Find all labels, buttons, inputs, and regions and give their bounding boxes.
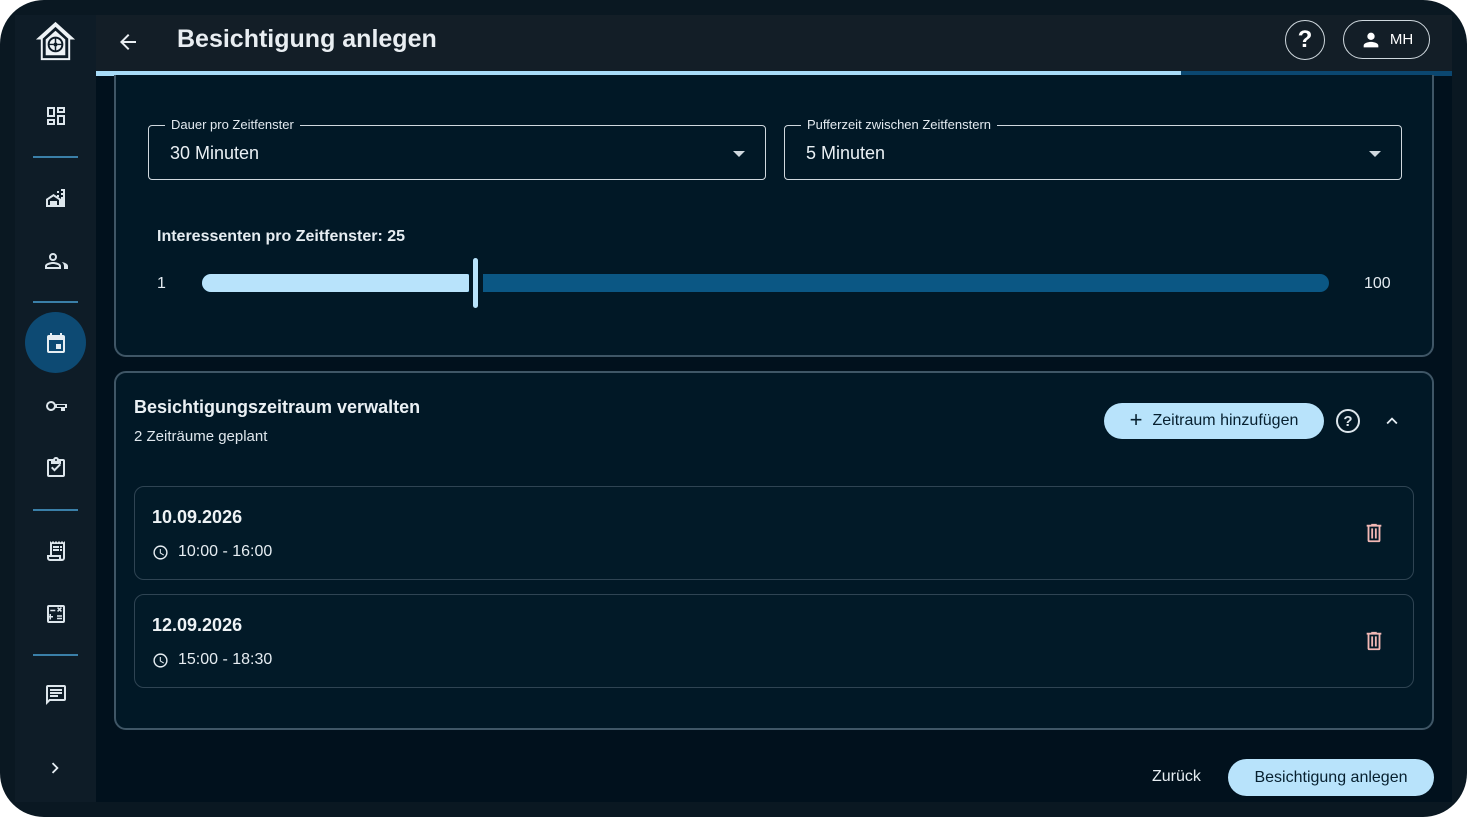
- period-item: 12.09.2026 15:00 - 18:30: [134, 594, 1414, 688]
- chevron-up-icon: [1386, 417, 1398, 425]
- sidebar: [15, 15, 96, 802]
- key-icon: [45, 400, 67, 411]
- nav-keys[interactable]: [25, 375, 86, 436]
- page-title: Besichtigung anlegen: [177, 25, 437, 53]
- add-period-label: Zeitraum hinzufügen: [1152, 412, 1299, 429]
- caret-down-icon: [1369, 151, 1381, 157]
- user-menu-button[interactable]: MH: [1343, 20, 1430, 59]
- people-icon: [44, 252, 68, 269]
- delete-period-button[interactable]: [1363, 520, 1385, 546]
- message-icon: [45, 684, 66, 705]
- question-circle-icon: ?: [1343, 412, 1353, 430]
- caret-down-icon: [733, 151, 745, 157]
- app-header: Besichtigung anlegen ? MH: [96, 15, 1452, 71]
- arrow-left-icon: [120, 34, 136, 50]
- period-time: 10:00 - 16:00: [178, 543, 273, 560]
- nav-divider: [33, 509, 78, 511]
- collapse-button[interactable]: [1380, 409, 1404, 433]
- viewing-periods-card: Besichtigungszeitraum verwalten 2 Zeiträ…: [114, 371, 1434, 730]
- buffer-select[interactable]: Pufferzeit zwischen Zeitfenstern 5 Minut…: [784, 117, 1402, 180]
- period-time-row: 10:00 - 16:00: [152, 543, 272, 561]
- period-time-row: 15:00 - 18:30: [152, 651, 272, 669]
- duration-select[interactable]: Dauer pro Zeitfenster 30 Minuten: [148, 117, 766, 180]
- nav-calculations[interactable]: [25, 583, 86, 644]
- sidebar-expand-button[interactable]: [43, 756, 67, 780]
- slider-thumb[interactable]: [473, 258, 478, 308]
- plus-icon: +: [1129, 407, 1143, 432]
- nav-divider: [33, 156, 78, 158]
- calendar-icon: [46, 332, 65, 353]
- delete-period-button[interactable]: [1363, 628, 1385, 654]
- create-viewing-button[interactable]: Besichtigung anlegen: [1228, 759, 1434, 796]
- nav-divider: [33, 654, 78, 656]
- checklist-icon: [46, 456, 65, 477]
- dashboard-icon: [46, 106, 65, 125]
- house-logo-icon[interactable]: [32, 18, 79, 65]
- slider-min-label: 1: [157, 275, 166, 292]
- period-time: 15:00 - 18:30: [178, 651, 273, 668]
- slider-active-track: [202, 274, 469, 292]
- chevron-right-icon: [51, 762, 59, 774]
- add-period-button[interactable]: + Zeitraum hinzufügen: [1104, 403, 1324, 439]
- help-button[interactable]: ?: [1285, 20, 1325, 60]
- back-button[interactable]: Zurück: [1152, 768, 1201, 786]
- period-date: 12.09.2026: [152, 615, 243, 635]
- nav-messages[interactable]: [25, 664, 86, 725]
- time-window-settings-card: Dauer pro Zeitfenster 30 Minuten Pufferz…: [114, 75, 1434, 357]
- buffer-select-value: 5 Minuten: [806, 143, 886, 163]
- clock-icon: [153, 544, 168, 560]
- period-item: 10.09.2026 10:00 - 16:00: [134, 486, 1414, 580]
- question-mark-icon: ?: [1297, 26, 1313, 53]
- back-arrow-button[interactable]: [113, 27, 143, 57]
- participants-slider[interactable]: [202, 258, 1329, 308]
- nav-viewings[interactable]: [25, 312, 86, 373]
- slider-label: Interessenten pro Zeitfenster: 25: [157, 228, 406, 245]
- nav-tasks[interactable]: [25, 437, 86, 498]
- duration-select-value: 30 Minuten: [170, 143, 260, 163]
- duration-select-label: Dauer pro Zeitfenster: [165, 117, 300, 133]
- period-date: 10.09.2026: [152, 507, 243, 527]
- device-frame: Besichtigung anlegen ? MH Dauer pro Zeit…: [0, 0, 1467, 817]
- nav-divider: [33, 301, 78, 303]
- user-initials: MH: [1389, 31, 1414, 48]
- info-button[interactable]: ?: [1336, 409, 1360, 433]
- nav-documents[interactable]: [25, 520, 86, 581]
- app-screen: Besichtigung anlegen ? MH Dauer pro Zeit…: [15, 15, 1452, 802]
- person-icon: [1363, 32, 1379, 47]
- building-icon: [45, 188, 65, 207]
- nav-properties[interactable]: [25, 167, 86, 228]
- calculator-icon: [46, 604, 65, 623]
- nav-dashboard[interactable]: [25, 85, 86, 146]
- slider-max-label: 100: [1364, 275, 1391, 292]
- clock-icon: [153, 652, 168, 668]
- buffer-select-label: Pufferzeit zwischen Zeitfenstern: [801, 117, 998, 133]
- section-title: Besichtigungszeitraum verwalten: [134, 397, 421, 417]
- section-subtitle: 2 Zeiträume geplant: [134, 428, 268, 445]
- receipt-icon: [46, 540, 65, 561]
- nav-contacts[interactable]: [25, 230, 86, 291]
